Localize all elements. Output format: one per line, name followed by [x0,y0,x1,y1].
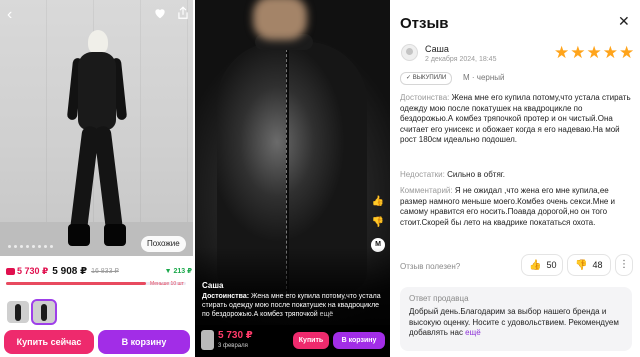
video-side-actions: 👍 👎 М [371,196,385,252]
video-caption-label: Достоинства: [202,293,250,300]
product-photo[interactable] [0,0,193,256]
helpful-yes-button[interactable]: 👍 50 [521,254,563,276]
model-boot-right [104,224,126,246]
like-icon[interactable]: 👍 [372,196,384,207]
review-date: 2 декабря 2024, 18:45 [425,56,497,63]
video-product-price: 5 730 ₽ [218,330,253,341]
advantages-label: Достоинства: [400,93,450,102]
video-caption: Достоинства: Жена мне его купила потому,… [202,292,382,319]
video-blurred-face [253,0,307,40]
wallet-price-value: 5 730 ₽ [17,265,49,276]
disadvantages-label: Недостатки: [400,170,445,179]
model-boot-left [68,224,90,246]
close-icon[interactable]: ✕ [618,13,630,30]
seller-answer-title: Ответ продавца [409,294,469,303]
model-figure [62,30,132,250]
wallet-icon [6,267,15,275]
wallet-price: 5 730 ₽ [6,266,48,277]
seller-answer-text: Добрый день.Благодарим за выбор нашего б… [409,307,625,339]
review-disadvantages: Недостатки: Сильно в обтяг. [400,170,632,181]
product-variant: M · черный [463,73,505,82]
similar-button[interactable]: Похожие [141,236,186,252]
likes-count: 50 [546,260,557,270]
buy-now-button[interactable]: Купить сейчас [4,330,94,354]
video-product-thumbnail[interactable] [201,330,214,350]
avatar [401,44,418,61]
thumbs-down-icon: 👎 [575,259,588,271]
review-comment: Комментарий: Я не ожидал ,что жена его м… [400,186,632,228]
star-icon: ★ [554,43,570,62]
helpful-question: Отзыв полезен? [400,262,461,271]
thumbs-up-icon: 👍 [529,259,542,271]
video-cart-button[interactable]: В корзину [333,332,385,349]
review-advantages: Достоинства: Жена мне его купила потому,… [400,93,632,146]
share-icon[interactable] [177,6,189,20]
old-price: 16 833 ₽ [91,268,119,275]
model-leg-right [93,125,124,237]
video-purchase-bar: 5 730 ₽ 3 февраля Купить В корзину [195,325,390,357]
seller-answer-body: Добрый день.Благодарим за выбор нашего б… [409,307,619,338]
variant-thumbnails [7,299,57,325]
more-options-button[interactable]: ⋮ [615,254,633,276]
video-review-panel: 👍 👎 М Саша Достоинства: Жена мне его куп… [195,0,390,357]
photo-pager-dots [8,245,53,248]
discount-badge: ▼ 213 ₽ [164,268,192,275]
star-icon: ★ [619,43,635,62]
rating-stars: ★ ★ ★ ★ ★ [554,44,634,61]
comment-label: Комментарий: [400,186,453,195]
review-detail-panel: Отзыв ✕ Саша 2 декабря 2024, 18:45 ★ ★ ★… [392,0,640,357]
price-row: 5 730 ₽ 5 908 ₽ 16 833 ₽ ▼ 213 ₽ [6,264,192,278]
model-body [78,52,116,130]
video-caption-more-link[interactable]: ещё [318,311,334,318]
variant-thumbnail-selected[interactable] [31,299,57,325]
star-icon: ★ [570,43,586,62]
chevron-left-icon[interactable]: ‹ [7,6,12,24]
disadvantages-text: Сильно в обтяг. [444,170,505,179]
helpful-no-button[interactable]: 👎 48 [567,254,611,276]
page-title: Отзыв [400,15,449,32]
dislikes-count: 48 [592,260,603,270]
star-icon: ★ [586,43,602,62]
star-icon: ★ [602,43,618,62]
main-price: 5 908 ₽ [52,265,88,277]
model-hair [88,30,108,54]
video-buy-button[interactable]: Купить [293,332,329,349]
video-author-name: Саша [202,281,224,290]
seller-answer: Ответ продавца Добрый день.Благодарим за… [400,287,632,351]
stock-label: Меньше 10 шт [150,281,184,287]
video-delivery-date: 3 февраля [218,343,248,349]
review-author: Саша [425,44,449,54]
stock-progress-fill [6,282,147,285]
variant-thumbnail[interactable] [7,301,29,323]
heart-icon[interactable] [153,6,167,20]
product-card-panel: ‹ Похожие 5 730 ₽ 5 908 ₽ 16 833 ₽ ▼ 213… [0,0,193,357]
seller-answer-more-link[interactable]: ещё [463,328,480,337]
dislike-icon[interactable]: 👎 [372,217,384,228]
add-to-cart-button[interactable]: В корзину [98,330,190,354]
purchased-badge: ✓ ВЫКУПИЛИ [400,72,453,85]
